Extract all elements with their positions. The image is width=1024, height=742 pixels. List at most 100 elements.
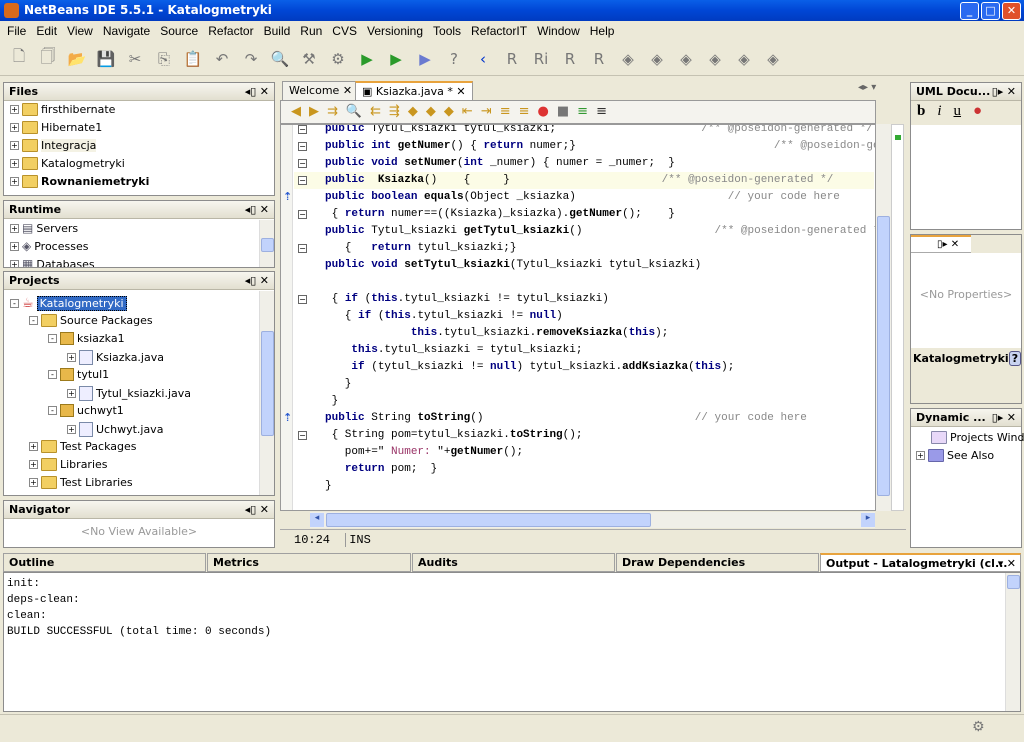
clean-build-icon[interactable]: ⚙ — [327, 48, 349, 70]
panel-controls[interactable]: ▯▸ ✕ — [992, 411, 1016, 424]
properties-tab[interactable]: ▯▸ ✕ — [911, 235, 971, 253]
find-prev-icon[interactable]: 🔍 — [346, 104, 362, 120]
tree-item[interactable]: + ▦ Databases — [10, 257, 95, 267]
open-project-icon[interactable]: 📂 — [66, 48, 88, 70]
tab-welcome[interactable]: Welcome ✕ — [282, 81, 360, 100]
tree-item[interactable]: + Integracja — [10, 139, 97, 152]
menu-build[interactable]: Build — [259, 21, 296, 42]
find-selection-icon[interactable]: ⇉ — [327, 104, 338, 120]
output-scrollbar[interactable] — [1005, 573, 1020, 711]
minimize-button[interactable]: _ — [960, 2, 979, 20]
fold-toggle-icon[interactable]: − — [298, 125, 307, 134]
tab-draw-dependencies[interactable]: Draw Dependencies — [616, 553, 819, 572]
back-icon[interactable]: ◀ — [291, 104, 301, 120]
refactor-find-icon[interactable]: R — [588, 48, 610, 70]
find-icon[interactable]: 🔍 — [269, 48, 291, 70]
tree-item[interactable]: + ▤ Servers — [10, 221, 78, 235]
menu-refactorit[interactable]: RefactorIT — [466, 21, 532, 42]
editor-vertical-scrollbar[interactable] — [876, 124, 891, 511]
tree-item[interactable]: + firsthibernate — [10, 103, 115, 116]
menu-view[interactable]: View — [62, 21, 98, 42]
metrics-icon[interactable]: ◈ — [617, 48, 639, 70]
fold-toggle-icon[interactable]: − — [298, 176, 307, 185]
tab-metrics[interactable]: Metrics — [207, 553, 411, 572]
stop-macro-icon[interactable]: ≡ — [519, 104, 530, 120]
panel-controls[interactable]: ▯▸ ✕ — [992, 85, 1016, 98]
tree-item[interactable]: - tytul1 — [48, 368, 109, 381]
tree-item-project-root[interactable]: - ☕ Katalogmetryki — [10, 296, 127, 311]
tree-item[interactable]: - ksiazka1 — [48, 332, 125, 345]
cut-icon[interactable]: ✂ — [124, 48, 146, 70]
toggle-highlight-icon[interactable]: ⇶ — [389, 104, 400, 120]
tree-item[interactable]: + Test Libraries — [29, 476, 133, 489]
color-picker-icon[interactable]: ● — [973, 103, 982, 123]
tree-item[interactable]: + Ksiazka.java — [67, 350, 164, 365]
new-file-icon[interactable]: 🗋 — [8, 47, 30, 70]
record-macro-icon[interactable]: ● — [538, 104, 549, 120]
fold-toggle-icon[interactable]: − — [298, 244, 307, 253]
forward-icon[interactable]: ▶ — [309, 104, 319, 120]
refactor-info-icon[interactable]: Ri — [530, 48, 552, 70]
shift-left-icon[interactable]: ⇤ — [462, 104, 473, 120]
tree-item[interactable]: + Rownaniemetryki — [10, 175, 149, 188]
dependency-icon[interactable]: ◈ — [675, 48, 697, 70]
tree-item[interactable]: - Source Packages — [29, 314, 153, 327]
maximize-button[interactable]: □ — [981, 2, 1000, 20]
new-project-icon[interactable]: 🗍 — [37, 47, 59, 70]
tree-item[interactable]: + Katalogmetryki — [10, 157, 125, 170]
menu-help[interactable]: Help — [585, 21, 620, 42]
help-icon[interactable]: ? — [1008, 351, 1022, 366]
panel-controls[interactable]: ◂▯ ✕ — [245, 203, 269, 216]
tree-item[interactable]: + Test Packages — [29, 440, 136, 453]
tab-audits[interactable]: Audits — [412, 553, 615, 572]
help-icon[interactable]: ? — [443, 48, 465, 70]
tab-scroll-controls[interactable]: ◂▸ ▾ — [858, 82, 876, 93]
projects-scrollbar[interactable] — [259, 291, 274, 495]
build-icon[interactable]: ⚒ — [298, 48, 320, 70]
run-icon[interactable]: ▶ — [356, 48, 378, 70]
tree-item[interactable]: + ◈ Processes — [10, 239, 88, 253]
fold-toggle-icon[interactable]: − — [298, 295, 307, 304]
save-all-icon[interactable]: 💾 — [95, 48, 117, 70]
fold-toggle-icon[interactable]: − — [298, 159, 307, 168]
menu-versioning[interactable]: Versioning — [362, 21, 428, 42]
code-editor[interactable]: public Tytul_ksiazki tytul_ksiazki; /** … — [280, 124, 876, 511]
refactor-edit-icon[interactable]: R — [559, 48, 581, 70]
fold-toggle-icon[interactable]: − — [298, 431, 307, 440]
menu-edit[interactable]: Edit — [31, 21, 62, 42]
fold-toggle-icon[interactable]: − — [298, 142, 307, 151]
underline-button[interactable]: u — [954, 103, 962, 123]
close-window-button[interactable]: ✕ — [1002, 2, 1021, 20]
panel-controls[interactable]: ◂▯ ✕ — [245, 503, 269, 516]
paste-icon[interactable]: 📋 — [182, 48, 204, 70]
menu-tools[interactable]: Tools — [428, 21, 466, 42]
back-icon[interactable]: ‹ — [472, 48, 494, 70]
menu-run[interactable]: Run — [295, 21, 327, 42]
menu-refactor[interactable]: Refactor — [203, 21, 258, 42]
tree-item[interactable]: + Tytul_ksiazki.java — [67, 386, 191, 401]
help-item[interactable]: + See Also — [916, 449, 994, 462]
tab-ksiazka-java[interactable]: ▣ Ksiazka.java * ✕ — [355, 81, 473, 100]
menu-cvs[interactable]: CVS — [327, 21, 362, 42]
tab-outline[interactable]: Outline — [3, 553, 206, 572]
prev-bookmark-icon[interactable]: ◆ — [408, 104, 418, 120]
toggle-bookmark-icon[interactable]: ◆ — [444, 104, 454, 120]
find-next-icon[interactable]: ⇇ — [370, 104, 381, 120]
tree-item[interactable]: + Hibernate1 — [10, 121, 102, 134]
editor-horizontal-scrollbar[interactable]: ◂ ▸ — [310, 512, 875, 528]
runtime-scrollbar[interactable] — [259, 220, 274, 267]
next-bookmark-icon[interactable]: ◆ — [426, 104, 436, 120]
shift-right-icon[interactable]: ⇥ — [481, 104, 492, 120]
uncomment-icon[interactable]: ≡ — [596, 104, 607, 120]
start-macro-icon[interactable]: ≡ — [500, 104, 511, 120]
tree-item[interactable]: - uchwyt1 — [48, 404, 124, 417]
tree-item[interactable]: + Libraries — [29, 458, 108, 471]
tool-icon[interactable]: ◈ — [762, 48, 784, 70]
tab-output[interactable]: Output - Latalogmetryki (cl... ▾ ✕ — [820, 553, 1021, 572]
refactor-rename-icon[interactable]: R — [501, 48, 523, 70]
profile-icon[interactable]: ▶ — [414, 48, 436, 70]
stop-macro-icon[interactable]: ■ — [557, 104, 569, 120]
menu-navigate[interactable]: Navigate — [98, 21, 155, 42]
debug-icon[interactable]: ▶ — [385, 48, 407, 70]
comment-icon[interactable]: ≡ — [577, 104, 588, 120]
